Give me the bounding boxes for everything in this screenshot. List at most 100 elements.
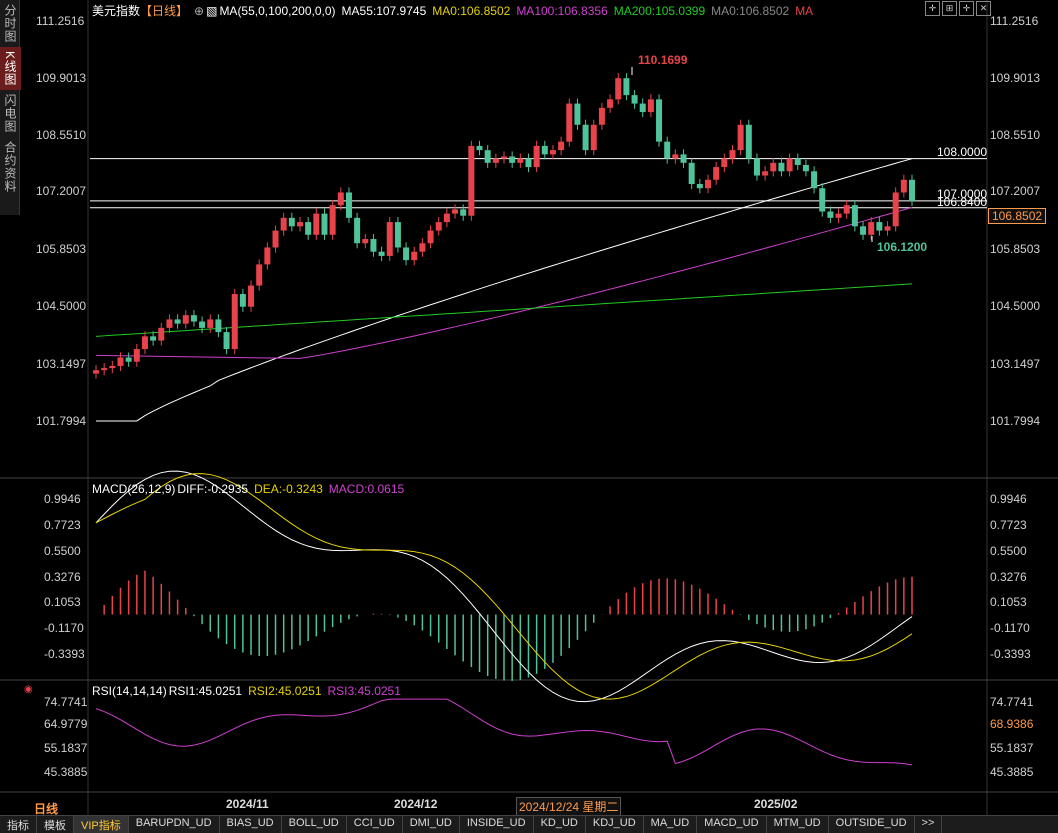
candle-body (729, 150, 736, 159)
rsi-axis-right-label: 45.3885 (990, 765, 1034, 779)
candle-body (117, 357, 124, 366)
macd-axis-label: 0.1053 (44, 595, 81, 609)
candle-body (215, 319, 222, 333)
candle-body (109, 365, 116, 369)
candle-body (819, 188, 826, 212)
candle-body (851, 205, 858, 227)
candle-body (590, 124, 597, 151)
indicator-tab[interactable]: BARUPDN_UD (129, 816, 220, 833)
macd-axis-label: -0.3393 (990, 647, 1031, 661)
candle-body (321, 213, 328, 235)
macd-axis-label: 0.7723 (990, 518, 1027, 532)
candle-body (541, 145, 548, 155)
x-label-2024-11: 2024/11 (226, 797, 269, 811)
indicator-tab[interactable]: MACD_UD (697, 816, 767, 833)
candle-body (190, 315, 197, 322)
candle-body (672, 154, 679, 159)
indicator-tab[interactable]: DMI_UD (403, 816, 460, 833)
candle-body (909, 179, 915, 201)
candle-body (876, 222, 883, 231)
candle-body (460, 209, 467, 216)
ma-label: MA (795, 4, 814, 18)
zoom-icon[interactable]: ⊞ (942, 1, 957, 16)
macd-params: MACD(26,12,9) (92, 482, 176, 496)
candle-body (256, 264, 263, 286)
instrument-title: 美元指数 (92, 4, 141, 18)
candle-body (770, 162, 777, 172)
indicator-tab[interactable]: OUTSIDE_UD (829, 816, 915, 833)
candle-body (443, 213, 450, 223)
candle-body (802, 164, 809, 172)
indicator-tab[interactable]: MTM_UD (767, 816, 829, 833)
price-axis-right-label: 111.2516 (990, 14, 1039, 28)
price-axis-left-label: 109.9013 (36, 71, 87, 85)
indicator-tab[interactable]: BOLL_UD (282, 816, 347, 833)
candle-body (827, 211, 834, 218)
rsi-axis-right-label: 55.1837 (990, 741, 1034, 755)
macd-legend: MACD(26,12,9) DIFF:-0.2935 DEA:-0.3243 MACD… (92, 482, 410, 496)
candle-body (623, 78, 630, 96)
candle-body (166, 319, 173, 328)
indicator-tab[interactable]: >> (915, 816, 943, 833)
macd-axis-label: -0.3393 (44, 647, 85, 661)
rsi-settings-icon[interactable]: ◉ (24, 684, 33, 695)
rsi-params: RSI(14,14,14) (92, 684, 167, 698)
candle-body (125, 357, 132, 362)
candle-body (549, 150, 556, 155)
candle-body (427, 230, 434, 244)
ma-settings-icon[interactable]: ▧ (206, 4, 217, 18)
chart-toolbar: ✛ ⊞ ✛ ✕ (925, 1, 991, 16)
price-axis-left-label: 107.2007 (36, 184, 87, 198)
candle-body (533, 145, 540, 168)
candle-body (868, 222, 875, 235)
candle-body (656, 99, 663, 142)
candle-body (305, 222, 312, 235)
candle-body (476, 145, 483, 151)
indicator-tab[interactable]: BIAS_UD (220, 816, 282, 833)
crosshair-icon[interactable]: ✛ (925, 1, 940, 16)
indicator-tab[interactable]: MA_UD (644, 816, 698, 833)
rsi2-value: RSI2:45.0251 (248, 684, 322, 698)
indicator-tab[interactable]: VIP指标 (74, 816, 129, 833)
rsi-axis-right-label: 68.9386 (990, 717, 1034, 731)
candle-body (860, 226, 867, 235)
x-label-2025-02: 2025/02 (754, 797, 798, 811)
candle-body (337, 192, 344, 206)
candle-body (835, 213, 842, 218)
candle-body (354, 217, 361, 244)
rsi-line (95, 698, 913, 766)
macd-axis-label: 0.9946 (990, 492, 1027, 506)
candle-body (141, 336, 148, 350)
candle-body (313, 213, 320, 235)
candle-body (745, 124, 752, 159)
candle-body (892, 192, 899, 227)
indicator-tab[interactable]: 指标 (0, 816, 37, 833)
indicator-tab[interactable]: KD_UD (534, 816, 586, 833)
price-axis-left-label: 104.5000 (36, 299, 87, 313)
candle-body (411, 251, 418, 261)
indicator-tab[interactable]: KDJ_UD (586, 816, 644, 833)
ma100-value: MA100:106.8356 (516, 4, 608, 18)
chart-canvas[interactable] (0, 0, 1058, 832)
candle-body (615, 78, 622, 100)
ma200-value: MA200:105.0399 (613, 4, 706, 18)
candle-body (174, 319, 181, 324)
candle-body (248, 285, 255, 307)
candle-body (345, 192, 352, 218)
close-icon[interactable]: ✕ (976, 1, 991, 16)
add-indicator-icon[interactable]: ⊕ (194, 4, 204, 18)
ma55-value: MA55:107.9745 (341, 4, 427, 18)
indicator-tab[interactable]: 模板 (37, 816, 74, 833)
candle-body (509, 156, 516, 163)
indicator-tab-bar: 指标 模板 VIP指标 BARUPDN_UD BIAS_UD BOLL_UD CCI_UD D… (0, 815, 1058, 833)
macd-axis-label: 0.7723 (44, 518, 81, 532)
indicator-tab[interactable]: INSIDE_UD (460, 816, 534, 833)
indicator-tab[interactable]: CCI_UD (347, 816, 403, 833)
candle-body (492, 158, 499, 163)
macd-axis-label: 0.5500 (44, 544, 81, 558)
candle-body (843, 205, 850, 214)
rsi-legend: RSI(14,14,14) RSI1:45.0251 RSI2:45.0251 RSI… (92, 684, 407, 698)
high-annotation: 110.1699 (638, 53, 688, 67)
rsi-axis-right-label: 74.7741 (990, 695, 1034, 709)
settings-icon[interactable]: ✛ (959, 1, 974, 16)
